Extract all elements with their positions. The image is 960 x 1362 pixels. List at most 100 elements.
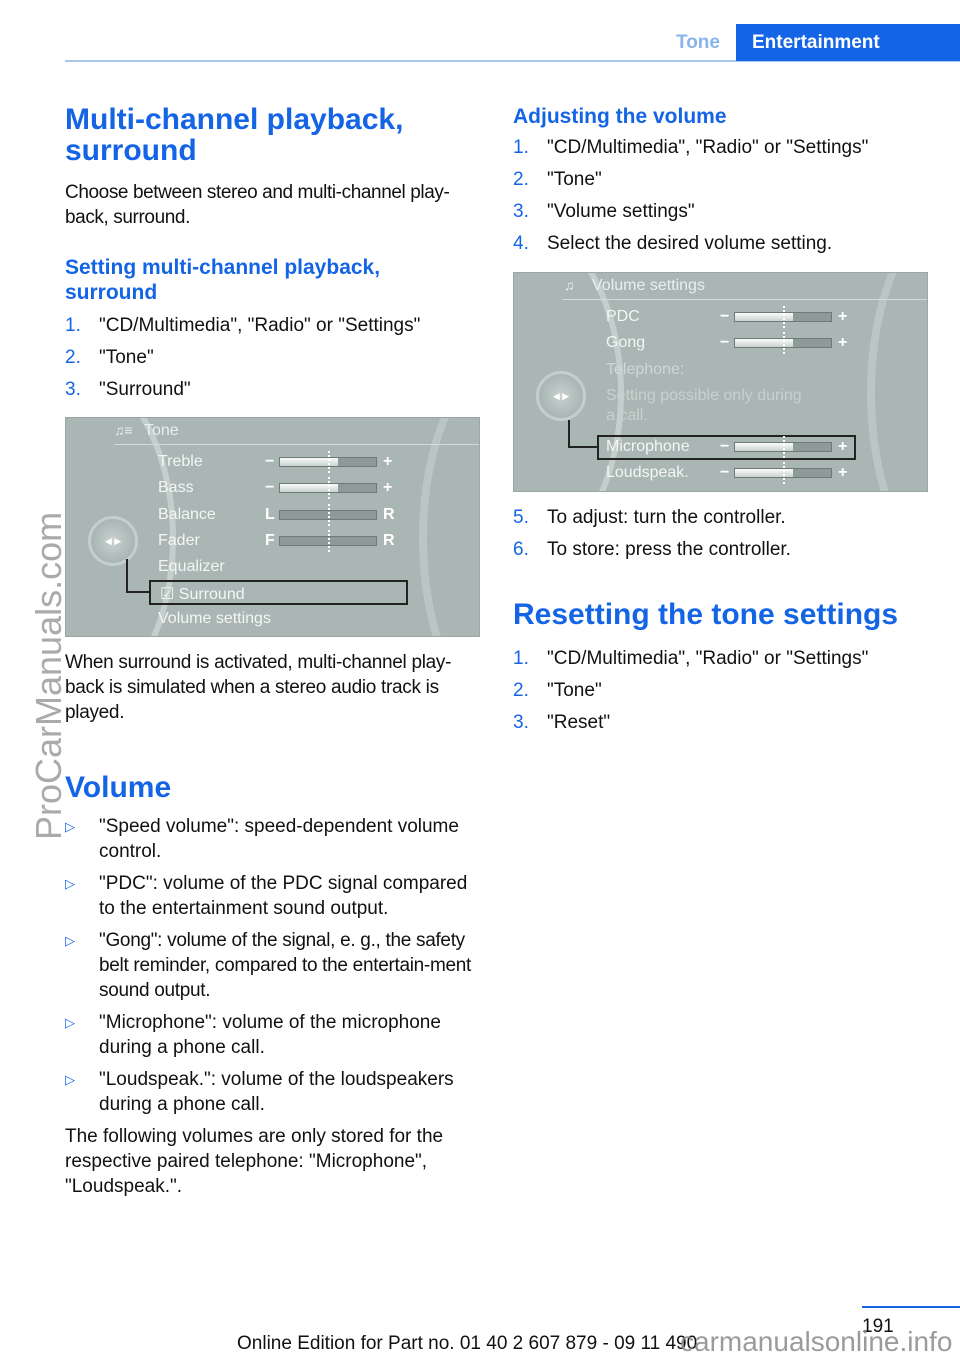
volume-bullets: ▷ "Speed volume": speed-dependent volume … (65, 814, 485, 1117)
list-item: 2. "Tone" (513, 678, 933, 703)
slider-max-label: + (838, 464, 848, 481)
site-watermark: carmanualsonline.info (680, 1326, 953, 1357)
left-column: Multi-channel playback, surround Choose … (65, 104, 485, 409)
list-item: ▷ "Speed volume": speed-dependent volume … (65, 814, 485, 864)
slider-center-mark (328, 451, 330, 473)
step-text: "CD/Multimedia", "Radio" or "Settings" (547, 648, 869, 669)
menu-row-bass: Bass (158, 479, 194, 496)
right-column: Adjusting the volume 1. "CD/Multimedia", … (513, 104, 933, 263)
list-item: ▷ "Microphone": volume of the microphone … (65, 1010, 485, 1060)
step-number: 2. (513, 680, 529, 701)
list-item: 3. "Volume settings" (513, 199, 933, 224)
bullet-text: "Microphone": volume of the microphone d… (99, 1012, 441, 1058)
step-number: 1. (513, 137, 529, 158)
adjust-title: Adjusting the volume (513, 105, 727, 128)
list-item: ▷ "Gong": volume of the signal, e. g., th… (65, 928, 485, 1003)
step-text: "Tone" (547, 169, 602, 190)
footer-rule (862, 1306, 960, 1308)
side-watermark: ProCarManuals.com (28, 511, 69, 840)
list-item: 2. "Tone" (65, 345, 485, 370)
surround-label: Surround (178, 586, 245, 603)
volume-screen-image: ♫ Volume settings ◀ ▶ PDC Gong Telephone… (513, 272, 928, 492)
slider-max-label: + (838, 334, 848, 351)
slider-max-label: + (383, 479, 393, 496)
list-item: 5. To adjust: turn the controller. (513, 505, 933, 530)
pointer-line (568, 420, 598, 448)
step-text: To adjust: turn the controller. (547, 507, 786, 528)
slider-min-label: F (265, 532, 275, 549)
slider-center-mark (783, 306, 785, 328)
reset-steps: 1. "CD/Multimedia", "Radio" or "Settings"… (513, 646, 933, 735)
step-text: "CD/Multimedia", "Radio" or "Settings" (99, 315, 421, 336)
step-text: "Volume settings" (547, 201, 695, 222)
menu-row-volume-settings: Volume settings (158, 610, 271, 627)
reset-title: Resetting the tone settings (513, 598, 899, 631)
step-text: Select the desired volume setting. (547, 233, 833, 254)
slider-center-mark (783, 462, 785, 484)
slider-max-label: + (838, 438, 848, 455)
tone-screen-image: ♫≡ Tone ◀ ▶ Treble Bass Balance Fader Eq… (65, 417, 480, 637)
list-item: 4. Select the desired volume setting. (513, 231, 933, 256)
list-item: 3. "Surround" (65, 377, 485, 402)
header-chapter-tab[interactable]: Entertainment (736, 24, 960, 61)
step-text: "Tone" (99, 347, 154, 368)
adjust-steps: 1. "CD/Multimedia", "Radio" or "Settings"… (513, 135, 933, 256)
section-title: Multi-channel playback, surround (65, 103, 404, 167)
step-number: 3. (513, 201, 529, 222)
volume-icon: ♫ (564, 277, 575, 293)
screen-title: Tone (144, 422, 179, 439)
step-number: 6. (513, 539, 529, 560)
surround-note: When surround is activated, multi-channe… (65, 652, 452, 723)
header-section-tab[interactable]: Tone (660, 24, 736, 61)
bullet-text: "Gong": volume of the signal, e. g., the… (99, 930, 471, 1001)
step-text: "Surround" (99, 379, 191, 400)
menu-row-telephone: Telephone: (606, 361, 685, 378)
list-item: 1. "CD/Multimedia", "Radio" or "Settings" (513, 135, 933, 160)
slider-max-label: R (383, 532, 395, 549)
step-number: 1. (65, 315, 81, 336)
list-item: ▷ "Loudspeak.": volume of the loudspeaker… (65, 1067, 485, 1117)
step-number: 3. (513, 712, 529, 733)
telephone-note: Setting possible only during (606, 387, 802, 404)
slider-max-label: + (838, 308, 848, 325)
divider (562, 299, 927, 300)
list-item: 6. To store: press the controller. (513, 537, 933, 562)
step-text: "Tone" (547, 680, 602, 701)
bullet-text: "Speed volume": speed-dependent volume c… (99, 816, 459, 862)
slider-center-mark (783, 332, 785, 354)
bullet-icon: ▷ (65, 876, 75, 891)
list-item: 2. "Tone" (513, 167, 933, 192)
bullet-icon: ▷ (65, 1072, 75, 1087)
menu-row-loudspeak: Loudspeak. (606, 464, 689, 481)
slider-min-label: − (265, 453, 275, 470)
list-item: ▷ "PDC": volume of the PDC signal compare… (65, 871, 485, 921)
menu-row-gong: Gong (606, 334, 646, 351)
menu-row-surround: ☑ Surround (160, 586, 245, 603)
step-text: "Reset" (547, 712, 611, 733)
bullet-icon: ▷ (65, 819, 75, 834)
slider-min-label: − (720, 438, 730, 455)
list-item: 1. "CD/Multimedia", "Radio" or "Settings" (513, 646, 933, 671)
edition-text: Online Edition for Part no. 01 40 2 607 … (237, 1333, 698, 1354)
bullet-icon: ▷ (65, 1015, 75, 1030)
screen-arc (867, 273, 927, 491)
slider-center-mark (783, 436, 785, 458)
screen-arc (419, 418, 479, 636)
slider-center-mark (328, 477, 330, 499)
menu-row-microphone: Microphone (606, 438, 690, 455)
controller-icon: ◀ ▶ (536, 371, 586, 421)
menu-row-equalizer: Equalizer (158, 558, 225, 575)
closing-text: The following volumes are only stored fo… (65, 1126, 444, 1197)
menu-row-pdc: PDC (606, 308, 640, 325)
slider-center-mark (328, 504, 330, 526)
menu-row-treble: Treble (158, 453, 203, 470)
slider-min-label: − (720, 334, 730, 351)
subsection-title: Setting multi-channel playback, surround (65, 256, 381, 304)
slider-max-label: R (383, 506, 395, 523)
volume-title: Volume (65, 771, 172, 804)
step-number: 5. (513, 507, 529, 528)
slider-min-label: L (265, 506, 275, 523)
tone-icon: ♫≡ (114, 422, 133, 438)
slider-min-label: − (720, 464, 730, 481)
step-text: To store: press the controller. (547, 539, 791, 560)
